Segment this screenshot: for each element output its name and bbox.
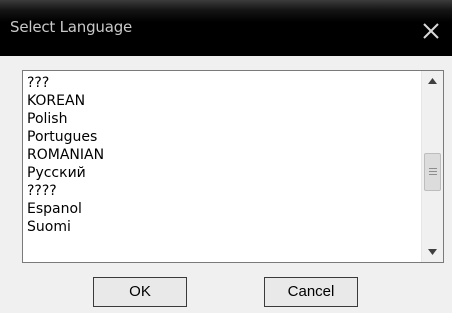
list-item[interactable]: ???? [25,182,417,200]
list-item[interactable]: Русский [25,164,417,182]
language-listbox[interactable]: ??? KOREAN Polish Portugues ROMANIAN Рус… [22,70,444,263]
cancel-button[interactable]: Cancel [264,277,358,307]
list-item[interactable]: Suomi [25,218,417,236]
list-item[interactable]: ROMANIAN [25,146,417,164]
scrollbar-thumb[interactable] [424,153,441,191]
list-item[interactable]: Polish [25,110,417,128]
list-item[interactable]: KOREAN [25,92,417,110]
title-bar: Select Language [0,0,452,56]
vertical-scrollbar[interactable] [421,71,443,262]
list-item[interactable]: Espanol [25,200,417,218]
ok-button[interactable]: OK [93,277,187,307]
window-title: Select Language [10,18,133,36]
arrow-down-icon [428,249,437,255]
scroll-up-button[interactable] [422,71,443,91]
list-item[interactable]: Portugues [25,128,417,146]
language-list: ??? KOREAN Polish Portugues ROMANIAN Рус… [25,74,417,236]
close-icon[interactable] [422,22,440,40]
scroll-down-button[interactable] [422,242,443,262]
list-item[interactable]: ??? [25,74,417,92]
grip-icon [429,168,437,177]
arrow-up-icon [428,78,437,84]
